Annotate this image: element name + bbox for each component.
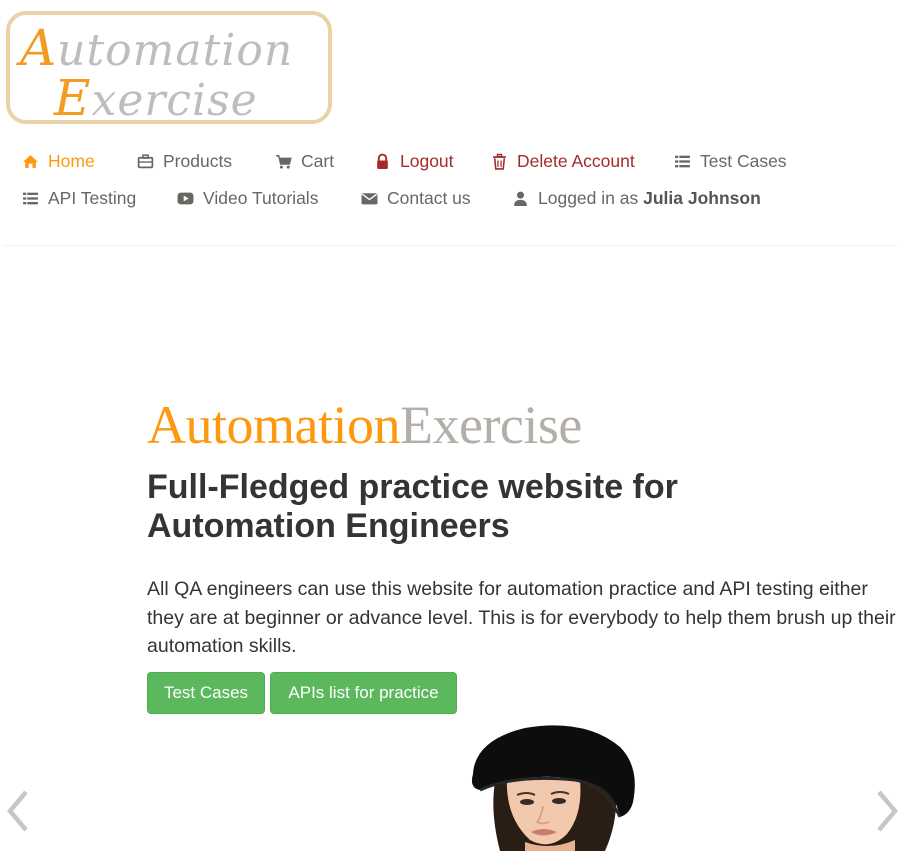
- site-logo[interactable]: Automation Exercise: [6, 11, 332, 127]
- hero-description: All QA engineers can use this website fo…: [147, 578, 896, 657]
- list-icon: [22, 190, 39, 207]
- logged-in-text: Logged in as Julia Johnson: [538, 188, 761, 208]
- cart-icon: [275, 153, 292, 170]
- test-cases-button[interactable]: Test Cases: [147, 672, 265, 714]
- nav-test-cases[interactable]: Test Cases: [674, 151, 787, 172]
- nav-logged-in-user: Logged in as Julia Johnson: [512, 188, 761, 209]
- logged-in-username: Julia Johnson: [643, 188, 761, 208]
- list-icon: [674, 153, 691, 170]
- hero-brand-title: AutomationExercise: [147, 395, 582, 455]
- briefcase-icon: [137, 153, 154, 170]
- logo-line-2: Exercise: [54, 69, 258, 127]
- apis-list-button[interactable]: APIs list for practice: [270, 672, 457, 714]
- nav-logout[interactable]: Logout: [374, 151, 454, 172]
- nav-home[interactable]: Home: [22, 151, 95, 172]
- youtube-play-icon: [177, 190, 194, 207]
- nav-cart[interactable]: Cart: [275, 151, 334, 172]
- nav-products[interactable]: Products: [137, 151, 232, 172]
- hero-headline: Full-Fledged practice website for Automa…: [147, 468, 678, 545]
- nav-api-testing[interactable]: API Testing: [22, 188, 136, 209]
- hero-model-image: [455, 722, 645, 851]
- home-icon: [22, 153, 39, 170]
- lock-icon: [374, 153, 391, 170]
- carousel-next-arrow[interactable]: [873, 786, 902, 836]
- user-icon: [512, 190, 529, 207]
- carousel-prev-arrow[interactable]: [2, 786, 32, 836]
- nav-delete-account[interactable]: Delete Account: [491, 151, 635, 172]
- trash-icon: [491, 153, 508, 170]
- envelope-icon: [361, 190, 378, 207]
- nav-video-tutorials[interactable]: Video Tutorials: [177, 188, 318, 209]
- nav-contact-us[interactable]: Contact us: [361, 188, 471, 209]
- header-divider: [3, 245, 899, 246]
